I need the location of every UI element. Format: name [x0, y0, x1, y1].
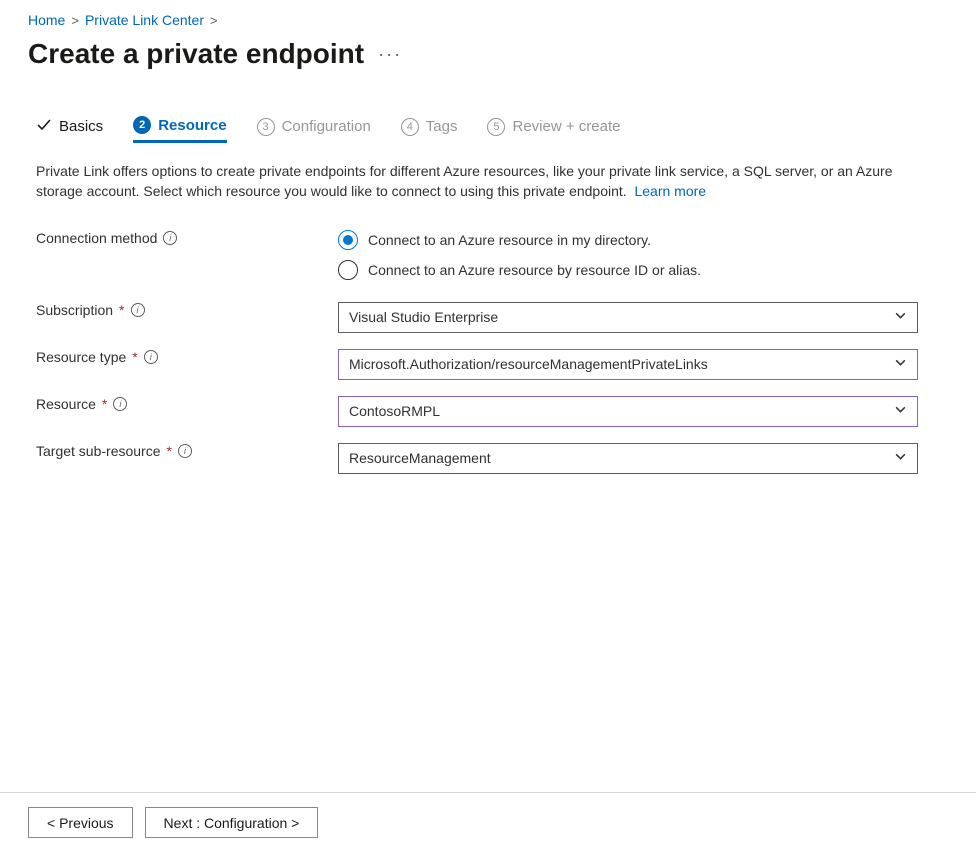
info-icon[interactable]: i [113, 397, 127, 411]
step-number-icon: 2 [133, 116, 151, 134]
select-value: Microsoft.Authorization/resourceManageme… [349, 356, 708, 372]
tab-label: Basics [59, 118, 103, 135]
info-icon[interactable]: i [163, 231, 177, 245]
breadcrumb: Home > Private Link Center > [28, 12, 948, 28]
required-icon: * [132, 349, 137, 365]
required-icon: * [167, 443, 172, 459]
step-number-icon: 3 [257, 118, 275, 136]
resource-label: Resource [36, 396, 96, 412]
radio-label: Connect to an Azure resource in my direc… [368, 232, 651, 248]
radio-connect-directory[interactable]: Connect to an Azure resource in my direc… [338, 230, 918, 250]
intro-text: Private Link offers options to create pr… [36, 161, 926, 202]
breadcrumb-private-link-center[interactable]: Private Link Center [85, 12, 204, 28]
radio-label: Connect to an Azure resource by resource… [368, 262, 701, 278]
radio-icon [338, 230, 358, 250]
breadcrumb-home[interactable]: Home [28, 12, 65, 28]
tab-label: Tags [426, 118, 458, 135]
info-icon[interactable]: i [131, 303, 145, 317]
select-value: ContosoRMPL [349, 403, 440, 419]
tab-label: Configuration [282, 118, 371, 135]
info-icon[interactable]: i [144, 350, 158, 364]
more-icon[interactable]: ··· [378, 44, 402, 65]
wizard-tabs: Basics 2 Resource 3 Configuration 4 Tags… [36, 116, 948, 143]
subscription-label: Subscription [36, 302, 113, 318]
breadcrumb-separator: > [210, 13, 218, 28]
breadcrumb-separator: > [71, 13, 79, 28]
tab-configuration[interactable]: 3 Configuration [257, 118, 371, 142]
step-number-icon: 4 [401, 118, 419, 136]
resource-type-select[interactable]: Microsoft.Authorization/resourceManageme… [338, 349, 918, 380]
tab-label: Review + create [512, 118, 620, 135]
chevron-down-icon [894, 356, 907, 372]
target-sub-resource-label: Target sub-resource [36, 443, 161, 459]
footer-nav: < Previous Next : Configuration > [0, 792, 976, 852]
learn-more-link[interactable]: Learn more [634, 183, 706, 199]
select-value: Visual Studio Enterprise [349, 309, 498, 325]
radio-connect-resource-id[interactable]: Connect to an Azure resource by resource… [338, 260, 918, 280]
tab-tags[interactable]: 4 Tags [401, 118, 458, 142]
tab-review[interactable]: 5 Review + create [487, 118, 620, 142]
tab-resource[interactable]: 2 Resource [133, 116, 226, 143]
info-icon[interactable]: i [178, 444, 192, 458]
resource-type-label: Resource type [36, 349, 126, 365]
target-sub-resource-select[interactable]: ResourceManagement [338, 443, 918, 474]
select-value: ResourceManagement [349, 450, 491, 466]
chevron-down-icon [894, 309, 907, 325]
check-icon [36, 117, 52, 137]
connection-method-label: Connection method [36, 230, 157, 246]
step-number-icon: 5 [487, 118, 505, 136]
page-title: Create a private endpoint [28, 38, 364, 70]
tab-basics[interactable]: Basics [36, 117, 103, 143]
next-button[interactable]: Next : Configuration > [145, 807, 319, 838]
required-icon: * [102, 396, 107, 412]
required-icon: * [119, 302, 124, 318]
chevron-down-icon [894, 403, 907, 419]
connection-method-radio-group: Connect to an Azure resource in my direc… [338, 230, 918, 280]
resource-select[interactable]: ContosoRMPL [338, 396, 918, 427]
previous-button[interactable]: < Previous [28, 807, 133, 838]
chevron-down-icon [894, 450, 907, 466]
radio-icon [338, 260, 358, 280]
subscription-select[interactable]: Visual Studio Enterprise [338, 302, 918, 333]
tab-label: Resource [158, 117, 226, 134]
